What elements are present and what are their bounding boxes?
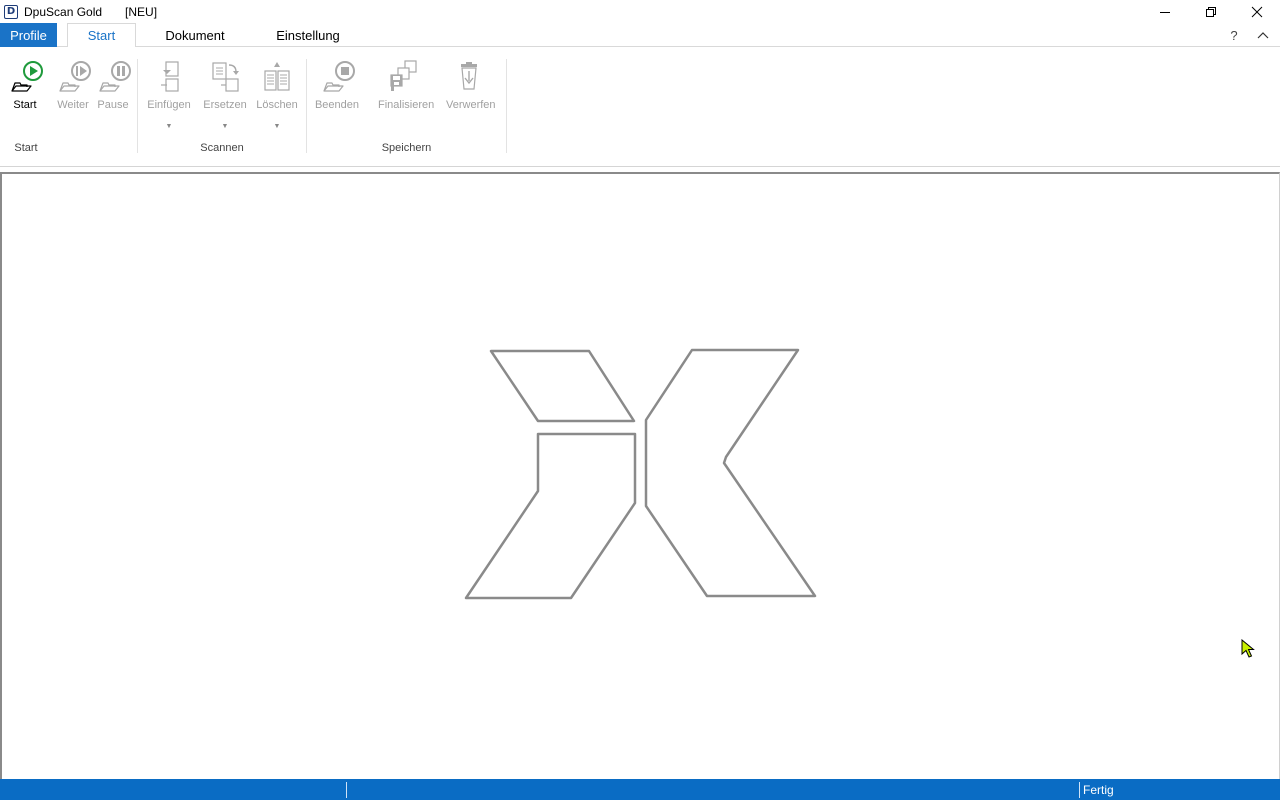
- status-text: Fertig: [1083, 783, 1114, 797]
- ribbon: Start Weiter Pause Einfügen ▼ Ersetzen ▼…: [0, 47, 1280, 167]
- ribbon-tab-bar: Profile Start Dokument Einstellung ?: [0, 23, 1280, 48]
- window-controls: [1142, 0, 1280, 23]
- einfuegen-button-label: Einfügen: [147, 99, 191, 111]
- minimize-button[interactable]: [1142, 0, 1188, 23]
- group-separator: [506, 59, 507, 153]
- tab-dokument[interactable]: Dokument: [155, 23, 235, 47]
- tab-profile[interactable]: Profile: [0, 23, 57, 47]
- group-label-start: Start: [14, 142, 38, 154]
- discard-trash-icon: [461, 62, 477, 90]
- continue-icon: [59, 61, 91, 92]
- status-separator: [1079, 782, 1080, 798]
- mouse-cursor-icon: [1241, 639, 1255, 658]
- group-label-speichern: Speichern: [381, 142, 432, 154]
- scan-start-icon: [11, 61, 43, 92]
- ersetzen-button[interactable]: Ersetzen ▼: [202, 59, 248, 130]
- tab-einstellung[interactable]: Einstellung: [266, 23, 350, 47]
- loeschen-button[interactable]: Löschen ▼: [254, 59, 300, 130]
- ersetzen-button-label: Ersetzen: [203, 99, 247, 111]
- pause-icon: [99, 61, 131, 92]
- chevron-down-icon[interactable]: ▼: [146, 123, 192, 130]
- status-bar: Fertig: [0, 779, 1280, 800]
- close-icon: [1251, 6, 1263, 17]
- close-button[interactable]: [1234, 0, 1280, 23]
- beenden-button-label: Beenden: [314, 99, 360, 111]
- group-label-scannen: Scannen: [200, 142, 244, 154]
- save-multiple-icon: [390, 60, 417, 91]
- dpuscan-logo: [464, 348, 817, 600]
- status-separator: [346, 782, 347, 798]
- chevron-down-icon[interactable]: ▼: [254, 123, 300, 130]
- replace-page-icon: [212, 62, 239, 92]
- start-button-label: Start: [13, 99, 37, 111]
- stop-icon: [323, 61, 355, 92]
- finalisieren-button-label: Finalisieren: [378, 99, 435, 111]
- collapse-ribbon-button[interactable]: [1252, 23, 1274, 47]
- group-separator: [306, 59, 307, 153]
- help-button[interactable]: ?: [1224, 23, 1244, 47]
- title-bar: D DpuScan Gold [NEU]: [0, 0, 1280, 23]
- tab-start[interactable]: Start: [67, 23, 136, 48]
- group-separator: [137, 59, 138, 153]
- chevron-up-icon: [1257, 32, 1269, 39]
- beenden-button[interactable]: Beenden: [314, 59, 360, 111]
- restore-icon: [1206, 6, 1216, 17]
- restore-button[interactable]: [1188, 0, 1234, 23]
- pause-button-label: Pause: [97, 99, 129, 111]
- start-button[interactable]: Start: [2, 59, 48, 111]
- verwerfen-button[interactable]: Verwerfen: [446, 59, 496, 111]
- finalisieren-button[interactable]: Finalisieren: [378, 59, 435, 111]
- einfuegen-button[interactable]: Einfügen ▼: [146, 59, 192, 130]
- verwerfen-button-label: Verwerfen: [446, 99, 496, 111]
- app-icon: D: [4, 4, 18, 19]
- pause-button[interactable]: Pause: [90, 59, 136, 111]
- minimize-icon: [1160, 11, 1170, 13]
- app-title: DpuScan Gold: [24, 4, 103, 19]
- insert-page-icon: [161, 61, 179, 92]
- delete-page-icon: [264, 62, 290, 91]
- loeschen-button-label: Löschen: [256, 99, 298, 111]
- chevron-down-icon[interactable]: ▼: [202, 123, 248, 130]
- document-name: [NEU]: [125, 4, 158, 19]
